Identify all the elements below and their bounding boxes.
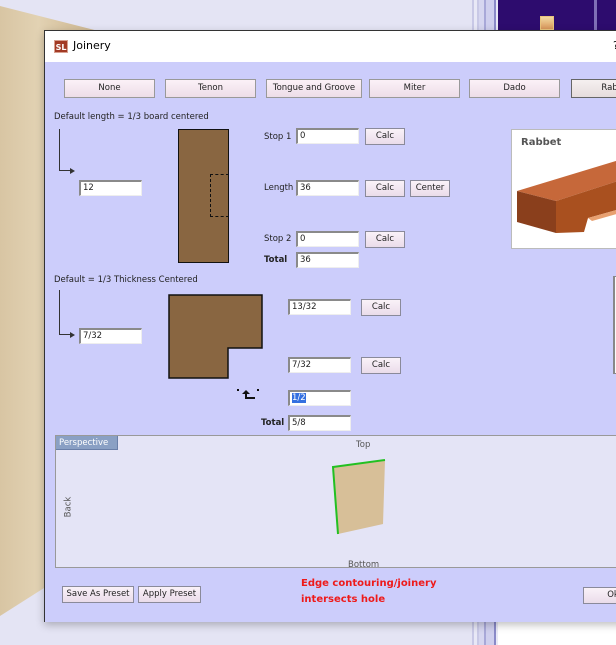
- stop2-calc-button[interactable]: Calc: [365, 231, 405, 248]
- thickness-bottom-calc-button[interactable]: Calc: [361, 357, 401, 374]
- joinery-type-rabbet[interactable]: Rabbet: [571, 79, 616, 98]
- warning-message: Edge contouring/joinery intersects hole: [301, 576, 436, 608]
- background-toolbar: [498, 0, 616, 30]
- warning-line-2: intersects hole: [301, 594, 386, 605]
- length-total-input[interactable]: 36: [296, 252, 359, 268]
- thickness-default-note: Default = 1/3 Thickness Centered: [54, 275, 198, 285]
- perspective-view[interactable]: Perspective Top Bottom Back: [55, 435, 616, 570]
- depth-selected-text: 1/2: [292, 393, 306, 403]
- length-total-label: Total: [264, 255, 288, 265]
- rabbet-region-outline: [210, 174, 229, 217]
- arrow-right-icon: [70, 168, 75, 174]
- center-button[interactable]: Center: [410, 180, 450, 197]
- toolbar-separator: [594, 0, 597, 30]
- joinery-dialog: SL Joinery ? None Tenon Tongue and Groov…: [44, 30, 616, 622]
- joinery-type-tenon[interactable]: Tenon: [165, 79, 256, 98]
- thickness-bottom-input[interactable]: 7/32: [288, 357, 351, 373]
- perspective-tab[interactable]: Perspective: [56, 436, 118, 450]
- length-input[interactable]: 36: [296, 180, 359, 196]
- thickness-offset-arrow: [59, 290, 71, 335]
- back-label: Back: [63, 496, 74, 518]
- length-default-note: Default length = 1/3 board centered: [54, 112, 209, 122]
- stop1-calc-button[interactable]: Calc: [365, 128, 405, 145]
- board-length-diagram: [178, 129, 229, 263]
- ok-button[interactable]: Ok: [583, 587, 616, 604]
- warning-line-1: Edge contouring/joinery: [301, 578, 437, 589]
- apply-preset-button[interactable]: Apply Preset: [138, 586, 201, 603]
- profile-shape: [168, 294, 263, 379]
- stop1-input[interactable]: 0: [296, 128, 359, 144]
- joinery-type-dado[interactable]: Dado: [469, 79, 560, 98]
- app-logo-icon: SL: [54, 40, 68, 53]
- length-offset-arrow: [59, 129, 71, 171]
- thickness-depth-input[interactable]: 1/2: [288, 390, 351, 406]
- stop2-label: Stop 2: [264, 234, 292, 244]
- board-3d-preview: [331, 459, 386, 535]
- rabbet-board-illustration: [517, 160, 616, 233]
- thickness-total-label: Total: [261, 418, 285, 428]
- arrow-right-icon: [70, 332, 75, 338]
- joinery-type-none[interactable]: None: [64, 79, 155, 98]
- bottom-label: Bottom: [348, 560, 380, 570]
- cabinet-icon: [540, 16, 554, 30]
- stop2-input[interactable]: 0: [296, 231, 359, 247]
- joinery-type-miter[interactable]: Miter: [369, 79, 460, 98]
- joinery-preview: Rabbet: [511, 129, 616, 249]
- window-title: Joinery: [73, 39, 111, 52]
- length-calc-button[interactable]: Calc: [365, 180, 405, 197]
- joinery-type-tongue-and-groove[interactable]: Tongue and Groove: [266, 79, 362, 98]
- thickness-top-calc-button[interactable]: Calc: [361, 299, 401, 316]
- thickness-top-input[interactable]: 13/32: [288, 299, 351, 315]
- top-label: Top: [356, 440, 371, 450]
- length-label: Length: [264, 183, 294, 193]
- thickness-total-input[interactable]: 5/8: [288, 415, 351, 431]
- background-panel: [498, 620, 616, 645]
- corner-arrow-icon: [237, 389, 259, 399]
- stop1-label: Stop 1: [264, 132, 292, 142]
- save-as-preset-button[interactable]: Save As Preset: [62, 586, 134, 603]
- board-face: [333, 460, 385, 534]
- length-offset-input[interactable]: 12: [79, 180, 142, 196]
- thickness-offset-input[interactable]: 7/32: [79, 328, 142, 344]
- title-bar: SL Joinery ?: [45, 31, 616, 62]
- rabbet-profile-diagram: [168, 294, 263, 379]
